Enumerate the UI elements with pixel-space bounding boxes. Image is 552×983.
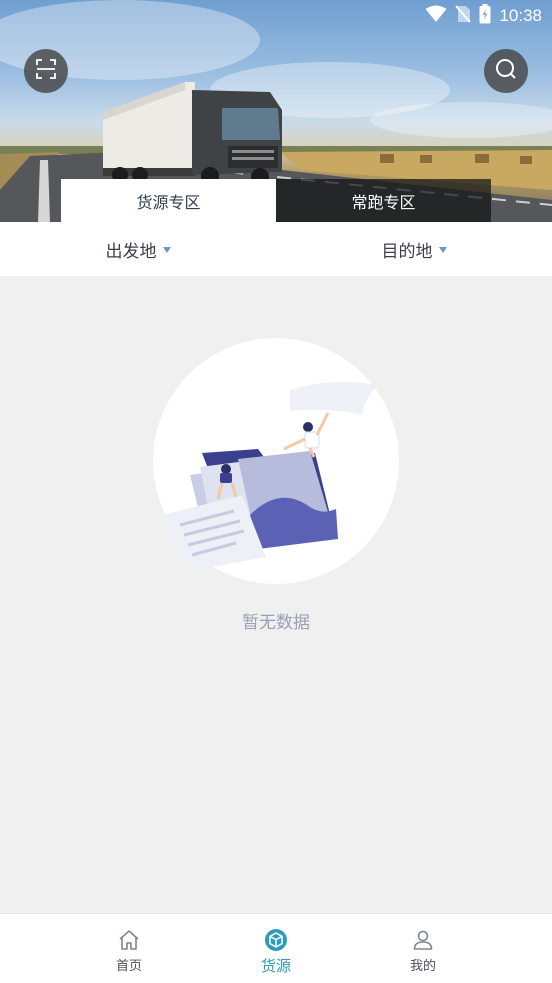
- bottom-navigation: 首页 货源 我的: [0, 913, 552, 983]
- no-sim-icon: [455, 5, 472, 27]
- nav-item-home[interactable]: 首页: [89, 914, 169, 983]
- hero-banner: 10:38 货源专区 常跑专区: [0, 0, 552, 222]
- empty-state-illustration: [150, 335, 402, 591]
- nav-label-cargo: 货源: [260, 957, 291, 975]
- status-bar: 10:38: [0, 0, 552, 32]
- search-icon: [494, 57, 518, 85]
- nav-label-mine: 我的: [409, 959, 436, 974]
- filter-bar: 出发地 目的地: [0, 222, 552, 276]
- scan-icon: [34, 57, 58, 85]
- origin-filter[interactable]: 出发地: [0, 222, 276, 276]
- chevron-down-icon: [438, 246, 447, 253]
- scan-button[interactable]: [24, 49, 68, 93]
- nav-item-cargo[interactable]: 货源: [236, 914, 316, 983]
- empty-state-message: 暂无数据: [242, 613, 310, 633]
- zone-tabs: 货源专区 常跑专区: [61, 179, 491, 222]
- search-button[interactable]: [484, 49, 528, 93]
- destination-filter-label: 目的地: [381, 241, 433, 262]
- status-time: 10:38: [499, 6, 542, 25]
- cube-icon: [264, 927, 288, 953]
- wifi-icon: [425, 5, 447, 27]
- destination-filter[interactable]: 目的地: [276, 222, 552, 276]
- origin-filter-label: 出发地: [105, 241, 157, 262]
- nav-item-mine[interactable]: 我的: [383, 914, 463, 983]
- home-icon: [117, 927, 141, 953]
- user-icon: [411, 927, 435, 953]
- nav-label-home: 首页: [115, 959, 142, 974]
- tab-cargo-zone[interactable]: 货源专区: [61, 179, 276, 222]
- chevron-down-icon: [162, 246, 171, 253]
- battery-charging-icon: [479, 4, 491, 28]
- tab-frequent-routes[interactable]: 常跑专区: [276, 179, 491, 222]
